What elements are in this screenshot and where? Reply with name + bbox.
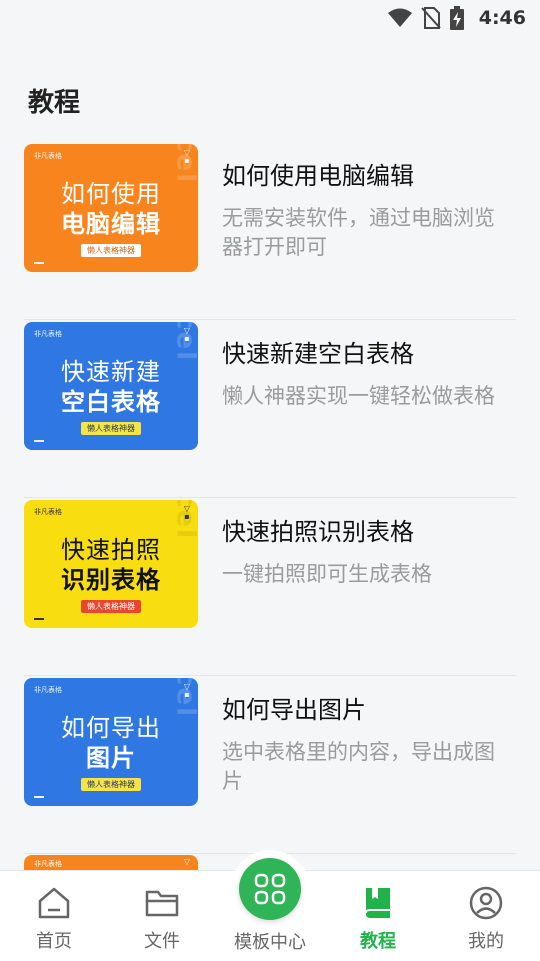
thumb-brand: 非凡表格 [34, 508, 62, 516]
thumb-brand: 非凡表格 [34, 860, 62, 868]
wifi-icon [387, 8, 412, 27]
status-bar: 4:46 [0, 0, 540, 36]
thumb-line2: 空白表格 [61, 388, 161, 416]
tutorial-list: 非凡表格 ▽▪ excel 如何使用 电脑编辑 懒人表格神器 如何使用电脑编辑 … [0, 142, 540, 854]
thumb-brand: 非凡表格 [34, 686, 62, 694]
tutorial-thumbnail: 非凡表格 ▽▪ excel 如何导出 图片 懒人表格神器 [24, 678, 198, 806]
tab-template-center-label[interactable]: 模板中心 [214, 928, 326, 954]
tutorial-title: 如何导出图片 [222, 696, 366, 724]
tutorial-title: 快速新建空白表格 [222, 340, 414, 368]
thumb-dash [34, 796, 44, 798]
folder-icon [145, 890, 179, 917]
thumb-tag: 懒人表格神器 [81, 600, 141, 613]
tutorial-title: 如何使用电脑编辑 [222, 162, 414, 190]
home-icon [38, 887, 70, 919]
grid-icon [254, 873, 286, 905]
thumb-line2: 识别表格 [61, 566, 161, 594]
tab-label: 教程 [360, 931, 396, 952]
tutorial-desc: 选中表格里的内容，导出成图片 [222, 740, 495, 793]
tab-label: 我的 [468, 931, 504, 952]
book-icon [365, 888, 390, 918]
thumb-corner-icon: ▽ [183, 857, 190, 866]
thumb-dash [34, 618, 44, 620]
template-center-button[interactable] [239, 858, 301, 920]
tutorial-desc: 一键拍照即可生成表格 [222, 562, 432, 586]
tab-profile[interactable]: 我的 [432, 871, 540, 961]
tutorial-item[interactable]: 非凡表格 ▽▪ excel 如何使用 电脑编辑 懒人表格神器 如何使用电脑编辑 … [0, 142, 540, 320]
tutorial-title: 快速拍照识别表格 [222, 518, 414, 546]
thumb-tag: 懒人表格神器 [81, 244, 141, 257]
tab-label: 文件 [144, 931, 180, 952]
thumb-dash [34, 440, 44, 442]
tutorial-item[interactable]: 非凡表格 ▽▪ excel 快速新建 空白表格 懒人表格神器 快速新建空白表格 … [0, 320, 540, 498]
thumb-dash [34, 262, 44, 264]
tab-home[interactable]: 首页 [0, 871, 108, 961]
thumb-brand: 非凡表格 [34, 330, 62, 338]
tab-tutorials[interactable]: 教程 [324, 871, 432, 961]
tutorial-thumbnail-partial[interactable]: 非凡表格 ▽ [24, 855, 198, 871]
status-time: 4:46 [478, 7, 526, 29]
tab-label: 首页 [36, 931, 72, 952]
tutorial-thumbnail: 非凡表格 ▽▪ excel 如何使用 电脑编辑 懒人表格神器 [24, 144, 198, 272]
no-sim-icon [420, 7, 441, 29]
thumb-line2: 图片 [86, 744, 136, 772]
page-title: 教程 [28, 88, 81, 118]
tutorial-desc: 懒人神器实现一键轻松做表格 [222, 384, 495, 408]
tutorial-desc: 无需安装软件，通过电脑浏览器打开即可 [222, 206, 495, 259]
tutorial-thumbnail: 非凡表格 ▽▪ excel 快速新建 空白表格 懒人表格神器 [24, 322, 198, 450]
tutorial-item[interactable]: 非凡表格 ▽▪ excel 如何导出 图片 懒人表格神器 如何导出图片 选中表格… [0, 676, 540, 854]
thumb-tag: 懒人表格神器 [81, 422, 141, 435]
tutorial-thumbnail: 非凡表格 ▽▪ excel 快速拍照 识别表格 懒人表格神器 [24, 500, 198, 628]
thumb-line2: 电脑编辑 [61, 210, 161, 238]
tutorial-item[interactable]: 非凡表格 ▽▪ excel 快速拍照 识别表格 懒人表格神器 快速拍照识别表格 … [0, 498, 540, 676]
tab-files[interactable]: 文件 [108, 871, 216, 961]
thumb-tag: 懒人表格神器 [81, 778, 141, 791]
profile-icon [469, 886, 503, 920]
battery-charging-icon [449, 6, 464, 30]
thumb-brand: 非凡表格 [34, 152, 62, 160]
